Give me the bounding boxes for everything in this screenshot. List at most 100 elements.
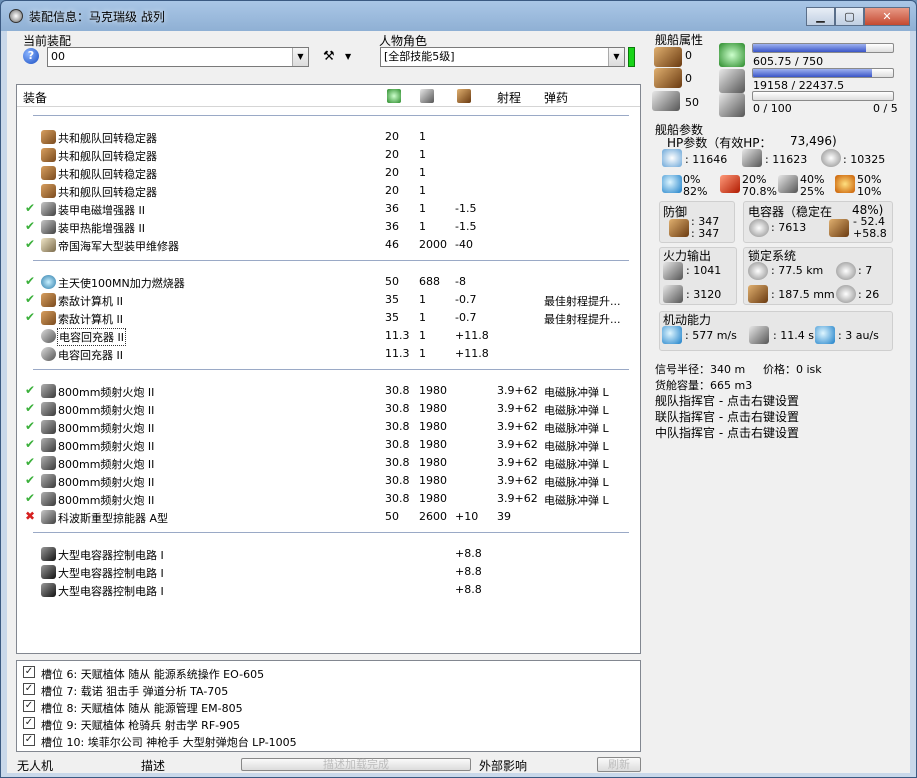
module-name: 800mm频射火炮 II <box>58 386 155 399</box>
artillery-icon <box>41 438 56 452</box>
max-targets-icon <box>836 262 856 280</box>
module-range: 3.9+62 <box>497 474 538 487</box>
signature-radius: 信号半径：340 m <box>655 363 746 376</box>
powergrid-icon <box>719 69 745 93</box>
refresh-button[interactable]: 刷新 <box>597 757 641 772</box>
equipment-row[interactable]: ✖ 科波斯重型掠能器 A型 50 2600 +10 39 <box>17 508 639 526</box>
module-powergrid: 1980 <box>419 456 447 469</box>
online-check-icon[interactable]: ✔ <box>25 274 37 288</box>
equipment-row[interactable]: 大型电容器控制电路 I +8.8 <box>17 545 639 563</box>
shield-hp-icon <box>662 149 682 167</box>
module-powergrid: 1 <box>419 347 426 360</box>
minimize-button[interactable]: ▁ <box>806 7 835 26</box>
implant-label: 槽位 6: 天赋植体 随从 能源系统操作 EO-605 <box>41 668 265 681</box>
squad-commander[interactable]: 中队指挥官 - 点击右键设置 <box>655 424 799 441</box>
equipment-row[interactable]: ✔ 800mm频射火炮 II 30.8 1980 3.9+62 电磁脉冲弹 L <box>17 418 639 436</box>
cpu-bar-fill <box>753 44 867 52</box>
implant-checkbox[interactable]: ✓ <box>23 683 35 695</box>
equipment-row[interactable]: 电容回充器 II 11.3 1 +11.8 <box>17 345 639 363</box>
module-icon <box>41 130 56 144</box>
header-range: 射程 <box>497 91 522 105</box>
online-check-icon[interactable]: ✔ <box>25 419 37 433</box>
module-range: 3.9+62 <box>497 438 538 451</box>
implant-checkbox[interactable]: ✓ <box>23 666 35 678</box>
equipment-row[interactable]: 大型电容器控制电路 I +8.8 <box>17 563 639 581</box>
help-icon[interactable]: ? <box>23 48 39 64</box>
status-bar: 无人机 描述 描述加载完成 外部影响 刷新 <box>7 756 910 773</box>
online-check-icon[interactable]: ✔ <box>25 455 37 469</box>
targeting-range-icon <box>748 262 768 280</box>
equipment-row[interactable]: 共和舰队回转稳定器 20 1 <box>17 164 639 182</box>
equipment-row[interactable]: 共和舰队回转稳定器 20 1 <box>17 182 639 200</box>
equipment-row[interactable]: 大型电容器控制电路 I +8.8 <box>17 581 639 599</box>
equipment-row[interactable]: ✔ 主天使100MN加力燃烧器 50 688 -8 <box>17 273 639 291</box>
drones-tab[interactable]: 无人机 <box>17 757 53 774</box>
module-cpu: 35 <box>385 293 399 306</box>
header-ammo: 弹药 <box>544 91 569 105</box>
defense-value-b: : 347 <box>691 227 720 240</box>
online-check-icon[interactable]: ✔ <box>25 383 37 397</box>
fleet-commander[interactable]: 舰队指挥官 - 点击右键设置 <box>655 392 799 409</box>
group-separator <box>33 260 629 261</box>
online-check-icon[interactable]: ✔ <box>25 201 37 215</box>
thermal-resist-armor: 70.8% <box>742 185 777 198</box>
online-check-icon[interactable]: ✔ <box>25 237 37 251</box>
implant-checkbox[interactable]: ✓ <box>23 734 35 746</box>
wing-commander[interactable]: 联队指挥官 - 点击右键设置 <box>655 408 799 425</box>
calibration-value: 0 / 100 <box>753 102 792 115</box>
module-cpu: 50 <box>385 510 399 523</box>
online-check-icon[interactable]: ✔ <box>25 292 37 306</box>
group-separator <box>33 115 629 116</box>
artillery-icon <box>41 492 56 506</box>
module-capacitor: -8 <box>455 275 466 288</box>
character-select[interactable]: [全部技能5级] ▼ <box>380 47 625 67</box>
sensor-strength-icon <box>836 285 856 303</box>
equipment-row[interactable]: ✔ 索敌计算机 II 35 1 -0.7 最佳射程提升... <box>17 309 639 327</box>
velocity-icon <box>662 326 682 344</box>
armor-module-icon <box>41 202 56 216</box>
equipment-row[interactable]: 共和舰队回转稳定器 20 1 <box>17 128 639 146</box>
equipment-row[interactable]: 共和舰队回转稳定器 20 1 <box>17 146 639 164</box>
online-check-icon[interactable]: ✔ <box>25 437 37 451</box>
powergrid-bar-fill <box>753 69 872 77</box>
description-tab[interactable]: 描述 <box>141 757 165 774</box>
equipment-row[interactable]: ✔ 装甲热能增强器 II 36 1 -1.5 <box>17 218 639 236</box>
online-check-icon[interactable]: ✔ <box>25 310 37 324</box>
offline-x-icon[interactable]: ✖ <box>25 509 37 523</box>
equipment-row[interactable]: ✔ 帝国海军大型装甲维修器 46 2000 -40 <box>17 236 639 254</box>
hull-hp-value: : 10325 <box>843 153 886 166</box>
module-name: 帝国海军大型装甲维修器 <box>58 240 179 253</box>
implant-label: 槽位 9: 天赋植体 枪骑兵 射击学 RF-905 <box>41 719 241 732</box>
close-button[interactable]: ✕ <box>864 7 910 26</box>
warp-speed-icon <box>815 326 835 344</box>
rig-slots-value: 0 / 5 <box>873 102 898 115</box>
tools-icon[interactable]: ⚒ <box>323 49 335 64</box>
module-powergrid: 1 <box>419 329 426 342</box>
tools-dropdown-icon[interactable]: ▼ <box>345 52 351 61</box>
equipment-row[interactable]: ✔ 800mm频射火炮 II 30.8 1980 3.9+62 电磁脉冲弹 L <box>17 472 639 490</box>
online-check-icon[interactable]: ✔ <box>25 401 37 415</box>
equipment-row[interactable]: ✔ 800mm频射火炮 II 30.8 1980 3.9+62 电磁脉冲弹 L <box>17 454 639 472</box>
align-time-icon <box>749 326 769 344</box>
equipment-row[interactable]: ✔ 800mm频射火炮 II 30.8 1980 3.9+62 电磁脉冲弹 L <box>17 382 639 400</box>
equipment-row[interactable]: ✔ 索敌计算机 II 35 1 -0.7 最佳射程提升... <box>17 291 639 309</box>
calibration-icon <box>719 93 745 117</box>
cargo-capacity: 货舱容量：665 m3 <box>655 379 753 392</box>
online-check-icon[interactable]: ✔ <box>25 473 37 487</box>
external-effects-tab[interactable]: 外部影响 <box>479 757 527 774</box>
equipment-row[interactable]: ✔ 800mm频射火炮 II 30.8 1980 3.9+62 电磁脉冲弹 L <box>17 400 639 418</box>
online-check-icon[interactable]: ✔ <box>25 219 37 233</box>
equipment-row[interactable]: ✔ 800mm频射火炮 II 30.8 1980 3.9+62 电磁脉冲弹 L <box>17 436 639 454</box>
implant-checkbox[interactable]: ✓ <box>23 717 35 729</box>
equipment-row[interactable]: 电容回充器 II 11.3 1 +11.8 <box>17 327 639 346</box>
equipment-row[interactable]: ✔ 装甲电磁增强器 II 36 1 -1.5 <box>17 200 639 218</box>
module-name: 共和舰队回转稳定器 <box>58 132 157 145</box>
equipment-row[interactable]: ✔ 800mm频射火炮 II 30.8 1980 3.9+62 电磁脉冲弹 L <box>17 490 639 508</box>
maximize-button[interactable]: ▢ <box>835 7 864 26</box>
online-check-icon[interactable]: ✔ <box>25 491 37 505</box>
implant-checkbox[interactable]: ✓ <box>23 700 35 712</box>
shield-hp-value: : 11646 <box>685 153 728 166</box>
implants-list: ✓ 槽位 6: 天赋植体 随从 能源系统操作 EO-605 ✓ 槽位 7: 载诺 狙击… <box>16 660 641 752</box>
current-fit-select[interactable]: 00 ▼ <box>47 47 309 67</box>
module-ammo: 电磁脉冲弹 L <box>544 494 609 507</box>
